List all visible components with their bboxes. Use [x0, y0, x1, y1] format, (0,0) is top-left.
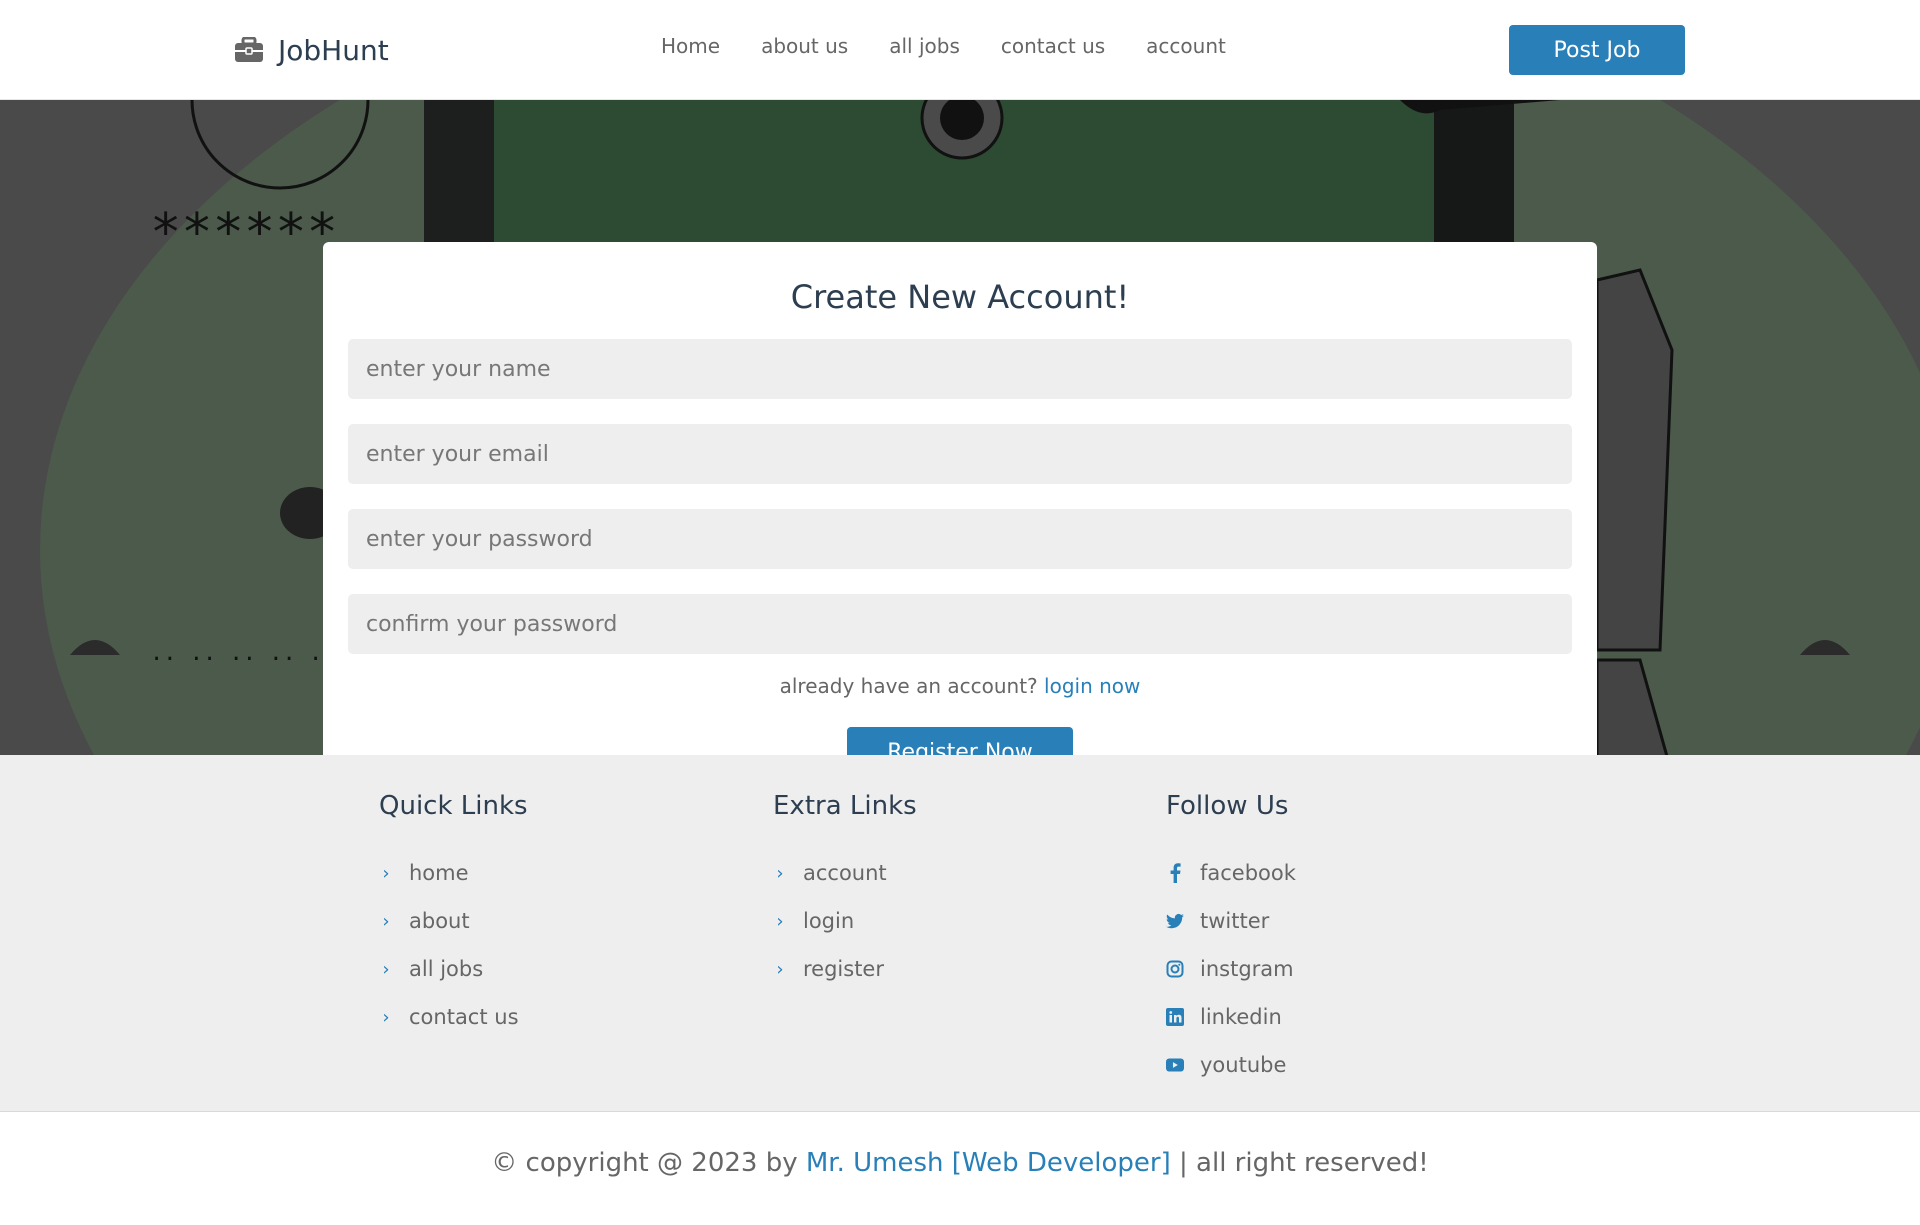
main-nav: Home about us all jobs contact us accoun…	[661, 34, 1226, 58]
password-input[interactable]	[348, 509, 1572, 569]
confirm-password-input[interactable]	[348, 594, 1572, 654]
email-input[interactable]	[348, 424, 1572, 484]
youtube-icon	[1166, 1057, 1184, 1073]
login-now-link[interactable]: login now	[1044, 674, 1140, 698]
footer-link-label: account	[803, 861, 887, 885]
follow-us-title: Follow Us	[1166, 791, 1289, 821]
footer-link-about[interactable]: › about	[379, 897, 528, 945]
linkedin-icon	[1166, 1008, 1184, 1026]
chevron-right-icon: ›	[382, 958, 390, 980]
social-link-twitter[interactable]: twitter	[1166, 897, 1296, 945]
extra-links-title: Extra Links	[773, 791, 917, 821]
copyright-prefix: © copyright @ 2023 by	[491, 1148, 798, 1178]
social-link-instagram[interactable]: instgram	[1166, 945, 1296, 993]
login-prompt-text: already have an account?	[779, 674, 1038, 698]
social-link-linkedin[interactable]: linkedin	[1166, 993, 1296, 1041]
brand-logo[interactable]: JobHunt	[234, 30, 389, 70]
quick-links-column: Quick Links › home › about › all jobs › cont…	[379, 791, 528, 1041]
site-header: JobHunt Home about us all jobs contact u…	[0, 0, 1920, 100]
briefcase-icon	[234, 36, 264, 63]
footer-link-login[interactable]: › login	[773, 897, 917, 945]
chevron-right-icon: ›	[382, 862, 390, 884]
facebook-icon	[1166, 863, 1184, 883]
footer-link-label: about	[409, 909, 470, 933]
social-link-label: instgram	[1200, 957, 1294, 981]
chevron-right-icon: ›	[382, 910, 390, 932]
nav-account[interactable]: account	[1146, 34, 1226, 58]
social-link-label: youtube	[1200, 1053, 1287, 1077]
footer-link-label: register	[803, 957, 884, 981]
login-prompt: already have an account? login now	[323, 674, 1597, 698]
twitter-icon	[1166, 913, 1184, 929]
post-job-button[interactable]: Post Job	[1509, 25, 1685, 75]
form-title: Create New Account!	[790, 278, 1130, 316]
footer-link-label: home	[409, 861, 469, 885]
register-now-button[interactable]: Register Now	[847, 727, 1073, 755]
social-link-label: facebook	[1200, 861, 1296, 885]
nav-about-us[interactable]: about us	[761, 34, 848, 58]
name-input[interactable]	[348, 339, 1572, 399]
footer-link-label: login	[803, 909, 855, 933]
social-link-label: linkedin	[1200, 1005, 1282, 1029]
hero-section: ****** .. .. .. .. .. .. Create New Acco…	[0, 100, 1920, 755]
site-footer: Quick Links › home › about › all jobs › cont…	[0, 755, 1920, 1112]
chevron-right-icon: ›	[776, 910, 784, 932]
chevron-right-icon: ›	[776, 958, 784, 980]
footer-link-label: contact us	[409, 1005, 519, 1029]
extra-links-column: Extra Links › account › login › register	[773, 791, 917, 993]
copyright-line: © copyright @ 2023 by Mr. Umesh [Web Dev…	[0, 1148, 1920, 1178]
nav-home[interactable]: Home	[661, 34, 720, 58]
register-card: Create New Account! already have an acco…	[323, 242, 1597, 755]
social-link-youtube[interactable]: youtube	[1166, 1041, 1296, 1089]
brand-name: JobHunt	[278, 33, 389, 67]
follow-us-column: Follow Us facebook twitter instgram link…	[1166, 791, 1296, 1089]
quick-links-title: Quick Links	[379, 791, 528, 821]
nav-all-jobs[interactable]: all jobs	[889, 34, 960, 58]
footer-link-contact-us[interactable]: › contact us	[379, 993, 528, 1041]
social-link-facebook[interactable]: facebook	[1166, 849, 1296, 897]
author-link[interactable]: Mr. Umesh [Web Developer]	[806, 1148, 1171, 1178]
instagram-icon	[1166, 960, 1184, 978]
footer-link-label: all jobs	[409, 957, 484, 981]
footer-link-home[interactable]: › home	[379, 849, 528, 897]
copyright-suffix: | all right reserved!	[1179, 1148, 1429, 1178]
chevron-right-icon: ›	[776, 862, 784, 884]
chevron-right-icon: ›	[382, 1006, 390, 1028]
footer-link-account[interactable]: › account	[773, 849, 917, 897]
footer-link-register[interactable]: › register	[773, 945, 917, 993]
svg-text:******: ******	[150, 203, 338, 263]
footer-link-all-jobs[interactable]: › all jobs	[379, 945, 528, 993]
nav-contact-us[interactable]: contact us	[1001, 34, 1105, 58]
social-link-label: twitter	[1200, 909, 1270, 933]
